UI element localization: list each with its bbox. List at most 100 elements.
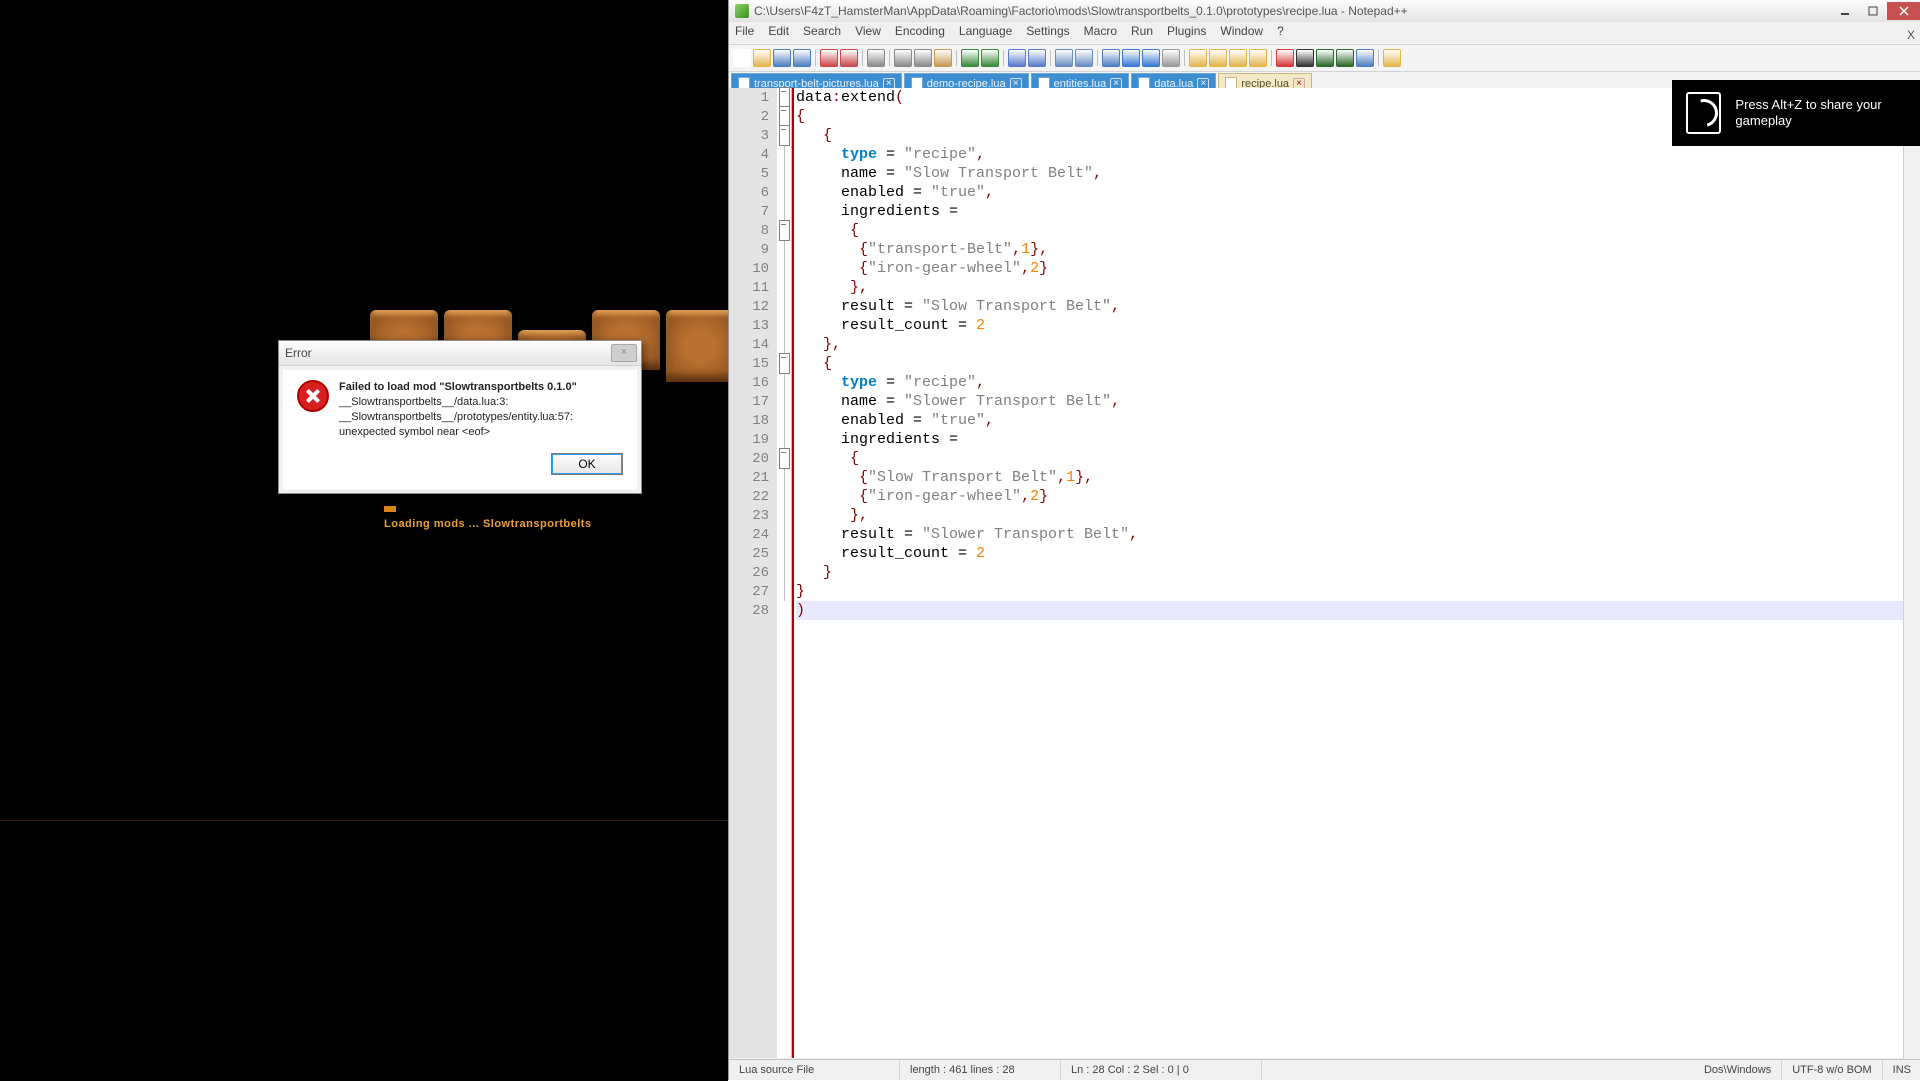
fold-marker[interactable] [777,88,791,107]
toolbar-separator [1003,50,1004,66]
fold-icon[interactable] [1209,49,1227,67]
save-icon[interactable] [773,49,791,67]
line-number: 13 [729,317,777,336]
open-icon[interactable] [753,49,771,67]
play-multi-icon[interactable] [1336,49,1354,67]
code-line[interactable]: { [796,449,1920,468]
code-line[interactable]: type = "recipe", [796,145,1920,164]
fold-marker [777,411,791,430]
code-line[interactable]: ) [796,601,1920,620]
fold-marker[interactable] [777,107,791,126]
code-line[interactable]: }, [796,506,1920,525]
close-icon[interactable] [820,49,838,67]
indent-icon[interactable] [1162,49,1180,67]
menu-language[interactable]: Language [959,24,1012,42]
status-eol: Dos\Windows [1694,1060,1782,1080]
code-line[interactable]: enabled = "true", [796,411,1920,430]
menu-view[interactable]: View [855,24,881,42]
menu-settings[interactable]: Settings [1026,24,1069,42]
code-line[interactable]: {"iron-gear-wheel",2} [796,487,1920,506]
menu-encoding[interactable]: Encoding [895,24,945,42]
code-line[interactable]: ingredients = [796,202,1920,221]
code-line[interactable]: }, [796,278,1920,297]
cut-icon[interactable] [894,49,912,67]
code-line[interactable]: type = "recipe", [796,373,1920,392]
nvidia-share-overlay[interactable]: Press Alt+Z to share your gameplay [1672,80,1920,146]
menu-edit[interactable]: Edit [768,24,789,42]
menu-plugins[interactable]: Plugins [1167,24,1206,42]
secondary-close-x[interactable]: X [1907,28,1915,42]
window-titlebar[interactable]: C:\Users\F4zT_HamsterMan\AppData\Roaming… [729,0,1920,22]
find-icon[interactable] [1008,49,1026,67]
code-line[interactable]: {"Slow Transport Belt",1}, [796,468,1920,487]
code-line[interactable]: result_count = 2 [796,316,1920,335]
app-icon [735,4,749,18]
code-line[interactable]: } [796,582,1920,601]
code-line[interactable]: {"transport-Belt",1}, [796,240,1920,259]
fold-marker [777,316,791,335]
fold-marker[interactable] [777,354,791,373]
line-number: 10 [729,260,777,279]
hidden-icon[interactable] [1249,49,1267,67]
unfold-icon[interactable] [1229,49,1247,67]
rec-save-icon[interactable] [1356,49,1374,67]
fold-marker[interactable] [777,449,791,468]
save-all-icon[interactable] [793,49,811,67]
close-button[interactable] [1887,2,1920,20]
code-line[interactable]: }, [796,335,1920,354]
sync-icon[interactable] [1102,49,1120,67]
redo-icon[interactable] [981,49,999,67]
zoom-in-icon[interactable] [1055,49,1073,67]
rec-icon[interactable] [1276,49,1294,67]
code-line[interactable]: enabled = "true", [796,183,1920,202]
minimize-button[interactable] [1831,2,1859,20]
print-icon[interactable] [867,49,885,67]
code-line[interactable]: result = "Slow Transport Belt", [796,297,1920,316]
play-icon[interactable] [1316,49,1334,67]
copy-icon[interactable] [914,49,932,67]
menu-bar: File Edit Search View Encoding Language Settin… [729,22,1920,44]
error-ok-button[interactable]: OK [551,453,623,475]
line-number: 11 [729,279,777,298]
code-line[interactable]: ingredients = [796,430,1920,449]
wrap-icon[interactable] [1122,49,1140,67]
new-icon[interactable] [733,49,751,67]
zoom-out-icon[interactable] [1075,49,1093,67]
menu-macro[interactable]: Macro [1084,24,1117,42]
line-number: 28 [729,602,777,621]
code-line[interactable]: { [796,354,1920,373]
code-line[interactable]: result = "Slower Transport Belt", [796,525,1920,544]
fold-marker [777,506,791,525]
menu-?[interactable]: ? [1277,24,1284,42]
fold-marker [777,202,791,221]
error-dialog-close-button[interactable]: × [611,344,637,362]
menu-search[interactable]: Search [803,24,841,42]
error-line-3: __Slowtransportbelts__/prototypes/entity… [339,411,573,438]
replace-icon[interactable] [1028,49,1046,67]
line-number: 26 [729,564,777,583]
folder-icon[interactable] [1189,49,1207,67]
line-number: 19 [729,431,777,450]
error-dialog-titlebar[interactable]: Error × [279,341,641,366]
undo-icon[interactable] [961,49,979,67]
code-line[interactable]: name = "Slow Transport Belt", [796,164,1920,183]
code-line[interactable]: } [796,563,1920,582]
maximize-button[interactable] [1859,2,1887,20]
allchars-icon[interactable] [1142,49,1160,67]
code-line[interactable]: name = "Slower Transport Belt", [796,392,1920,411]
close-all-icon[interactable] [840,49,858,67]
menu-window[interactable]: Window [1220,24,1263,42]
code-line[interactable]: result_count = 2 [796,544,1920,563]
stop-icon[interactable] [1296,49,1314,67]
code-line[interactable]: {"iron-gear-wheel",2} [796,259,1920,278]
error-line-1: Failed to load mod "Slowtransportbelts 0… [339,381,577,393]
fold-marker[interactable] [777,126,791,145]
menu-run[interactable]: Run [1131,24,1153,42]
code-editor[interactable]: data:extend({ { type = "recipe", name = … [794,88,1920,1058]
vertical-scrollbar[interactable] [1903,88,1920,1058]
spell-icon[interactable] [1383,49,1401,67]
fold-marker[interactable] [777,221,791,240]
menu-file[interactable]: File [735,24,754,42]
paste-icon[interactable] [934,49,952,67]
code-line[interactable]: { [796,221,1920,240]
